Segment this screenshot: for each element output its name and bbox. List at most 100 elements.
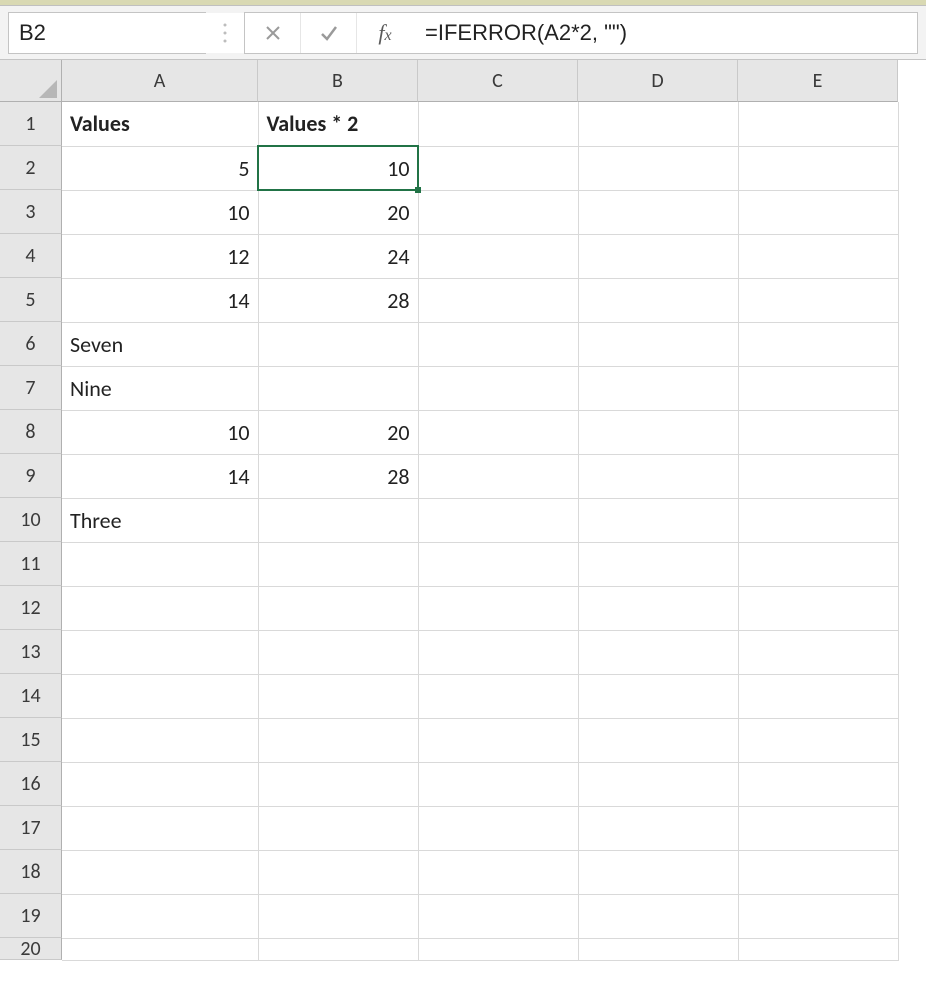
cell-D10[interactable] [578, 498, 738, 542]
cell-C16[interactable] [418, 762, 578, 806]
row-header-16[interactable]: 16 [0, 762, 62, 806]
cell-A8[interactable]: 10 [62, 410, 258, 454]
cell-A18[interactable] [62, 850, 258, 894]
cell-A3[interactable]: 10 [62, 190, 258, 234]
row-header-1[interactable]: 1 [0, 102, 62, 146]
cell-B3[interactable]: 20 [258, 190, 418, 234]
cell-E3[interactable] [738, 190, 898, 234]
cell-B2[interactable]: 10 [258, 146, 418, 190]
confirm-button[interactable] [301, 13, 357, 53]
cell-C10[interactable] [418, 498, 578, 542]
cell-C4[interactable] [418, 234, 578, 278]
row-header-9[interactable]: 9 [0, 454, 62, 498]
row-header-10[interactable]: 10 [0, 498, 62, 542]
cell-A17[interactable] [62, 806, 258, 850]
cell-E19[interactable] [738, 894, 898, 938]
cell-A4[interactable]: 12 [62, 234, 258, 278]
cell-A12[interactable] [62, 586, 258, 630]
cell-C15[interactable] [418, 718, 578, 762]
cell-B6[interactable] [258, 322, 418, 366]
cell-E5[interactable] [738, 278, 898, 322]
column-header-C[interactable]: C [418, 60, 578, 102]
row-header-18[interactable]: 18 [0, 850, 62, 894]
cell-D13[interactable] [578, 630, 738, 674]
row-header-14[interactable]: 14 [0, 674, 62, 718]
cell-A11[interactable] [62, 542, 258, 586]
cell-E9[interactable] [738, 454, 898, 498]
cell-B4[interactable]: 24 [258, 234, 418, 278]
cell-B5[interactable]: 28 [258, 278, 418, 322]
cell-E7[interactable] [738, 366, 898, 410]
cell-B11[interactable] [258, 542, 418, 586]
cell-B20[interactable] [258, 938, 418, 960]
cell-D4[interactable] [578, 234, 738, 278]
cell-D18[interactable] [578, 850, 738, 894]
cell-B15[interactable] [258, 718, 418, 762]
cell-E4[interactable] [738, 234, 898, 278]
cell-B12[interactable] [258, 586, 418, 630]
cell-D15[interactable] [578, 718, 738, 762]
row-header-3[interactable]: 3 [0, 190, 62, 234]
select-all-corner[interactable] [0, 60, 62, 102]
row-header-15[interactable]: 15 [0, 718, 62, 762]
cell-A7[interactable]: Nine [62, 366, 258, 410]
cell-C20[interactable] [418, 938, 578, 960]
cell-C9[interactable] [418, 454, 578, 498]
cell-C5[interactable] [418, 278, 578, 322]
cell-D6[interactable] [578, 322, 738, 366]
cell-C6[interactable] [418, 322, 578, 366]
cell-B18[interactable] [258, 850, 418, 894]
row-header-7[interactable]: 7 [0, 366, 62, 410]
cell-D7[interactable] [578, 366, 738, 410]
cell-C19[interactable] [418, 894, 578, 938]
formula-bar-drag-handle[interactable] [206, 22, 244, 44]
column-header-B[interactable]: B [258, 60, 418, 102]
cell-E18[interactable] [738, 850, 898, 894]
cell-B9[interactable]: 28 [258, 454, 418, 498]
cell-E12[interactable] [738, 586, 898, 630]
cell-C7[interactable] [418, 366, 578, 410]
cell-D20[interactable] [578, 938, 738, 960]
cell-D3[interactable] [578, 190, 738, 234]
cell-C8[interactable] [418, 410, 578, 454]
cell-D9[interactable] [578, 454, 738, 498]
cell-D1[interactable] [578, 102, 738, 146]
cell-A20[interactable] [62, 938, 258, 960]
cell-C11[interactable] [418, 542, 578, 586]
cell-A10[interactable]: Three [62, 498, 258, 542]
cell-B8[interactable]: 20 [258, 410, 418, 454]
row-header-8[interactable]: 8 [0, 410, 62, 454]
cell-E6[interactable] [738, 322, 898, 366]
row-header-13[interactable]: 13 [0, 630, 62, 674]
cell-B14[interactable] [258, 674, 418, 718]
cell-B1[interactable]: Values * 2 [258, 102, 418, 146]
cell-C14[interactable] [418, 674, 578, 718]
cell-D5[interactable] [578, 278, 738, 322]
cell-D17[interactable] [578, 806, 738, 850]
cancel-button[interactable] [245, 13, 301, 53]
cell-E16[interactable] [738, 762, 898, 806]
cell-E10[interactable] [738, 498, 898, 542]
cell-A19[interactable] [62, 894, 258, 938]
cell-D16[interactable] [578, 762, 738, 806]
cell-E17[interactable] [738, 806, 898, 850]
fx-button[interactable]: fx [357, 12, 413, 54]
cell-C12[interactable] [418, 586, 578, 630]
row-header-19[interactable]: 19 [0, 894, 62, 938]
cell-E11[interactable] [738, 542, 898, 586]
cell-D19[interactable] [578, 894, 738, 938]
cell-E1[interactable] [738, 102, 898, 146]
row-header-4[interactable]: 4 [0, 234, 62, 278]
cell-A6[interactable]: Seven [62, 322, 258, 366]
cell-B10[interactable] [258, 498, 418, 542]
cell-D12[interactable] [578, 586, 738, 630]
cell-B16[interactable] [258, 762, 418, 806]
spreadsheet-cells[interactable]: ValuesValues * 2510102012241428SevenNine… [62, 102, 899, 961]
cell-B7[interactable] [258, 366, 418, 410]
row-header-6[interactable]: 6 [0, 322, 62, 366]
column-header-A[interactable]: A [62, 60, 258, 102]
cell-E2[interactable] [738, 146, 898, 190]
row-header-11[interactable]: 11 [0, 542, 62, 586]
cell-D11[interactable] [578, 542, 738, 586]
row-header-2[interactable]: 2 [0, 146, 62, 190]
